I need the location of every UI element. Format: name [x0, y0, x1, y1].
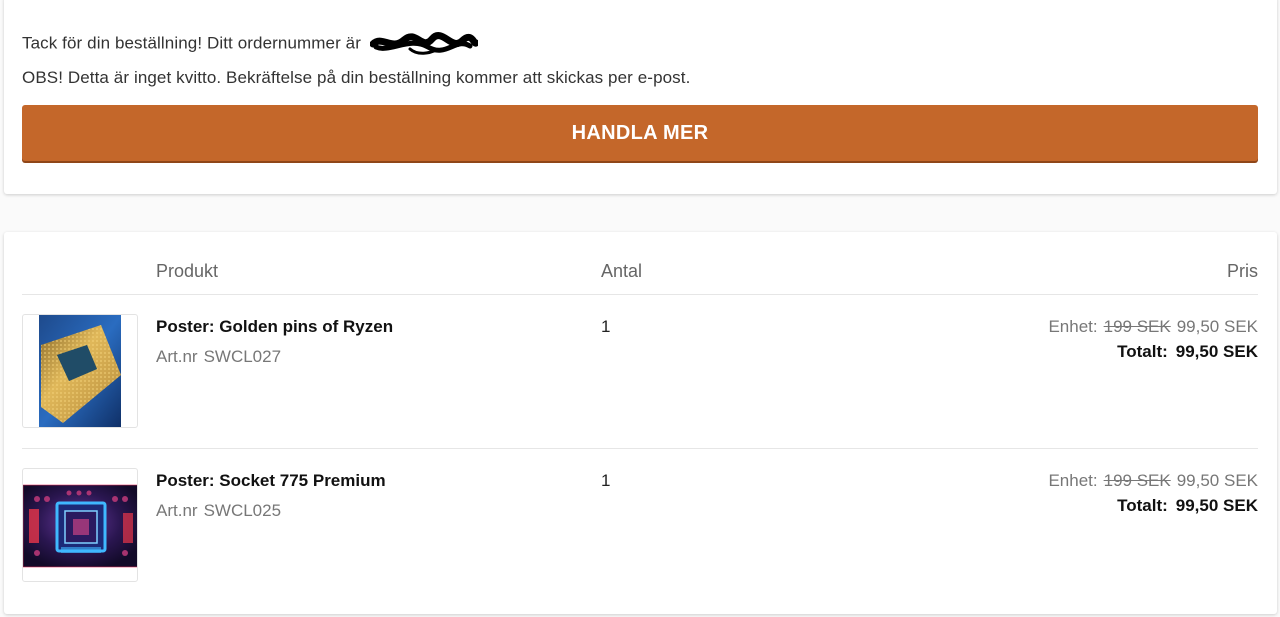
- unit-price-line: Enhet: 199 SEK 99,50 SEK: [1048, 317, 1258, 337]
- unit-price: 99,50 SEK: [1176, 471, 1258, 490]
- total-label: Totalt:: [1117, 342, 1168, 361]
- unit-price-line: Enhet: 199 SEK 99,50 SEK: [1048, 471, 1258, 491]
- unit-label: Enhet:: [1048, 471, 1098, 490]
- thanks-message: Tack för din beställning! Ditt ordernumm…: [22, 31, 478, 57]
- order-item-row: Poster: Golden pins of Ryzen Art.nr SWCL0…: [4, 294, 1277, 448]
- article-number-value: SWCL027: [203, 347, 282, 366]
- article-number-value: SWCL025: [203, 501, 282, 520]
- notice-message: OBS! Detta är inget kvitto. Bekräftelse …: [22, 68, 691, 87]
- old-price: 199 SEK: [1103, 317, 1171, 336]
- product-thumbnail[interactable]: [22, 314, 138, 428]
- article-number: Art.nr SWCL025: [156, 501, 281, 521]
- header-quantity: Antal: [601, 261, 643, 281]
- cpu-golden-pins-image: [39, 315, 121, 427]
- product-name[interactable]: Poster: Golden pins of Ryzen: [156, 317, 393, 337]
- total-label: Totalt:: [1117, 496, 1168, 515]
- old-price: 199 SEK: [1103, 471, 1171, 490]
- unit-label: Enhet:: [1048, 317, 1098, 336]
- total-price-line: Totalt: 99,50 SEK: [1117, 342, 1258, 362]
- product-thumbnail[interactable]: [22, 468, 138, 582]
- article-number: Art.nr SWCL027: [156, 347, 281, 367]
- unit-price: 99,50 SEK: [1176, 317, 1258, 336]
- cpu-socket-image: [23, 484, 137, 568]
- product-name[interactable]: Poster: Socket 775 Premium: [156, 471, 386, 491]
- redacted-order-number: [369, 32, 478, 55]
- total-price: 99,50 SEK: [1175, 496, 1258, 515]
- quantity-value: 1: [601, 317, 611, 336]
- header-product: Produkt: [156, 261, 219, 281]
- article-number-label: Art.nr: [156, 347, 198, 366]
- total-price-line: Totalt: 99,50 SEK: [1117, 496, 1258, 516]
- thanks-text: Tack för din beställning! Ditt ordernumm…: [22, 33, 361, 53]
- header-price: Pris: [1227, 261, 1258, 281]
- article-number-label: Art.nr: [156, 501, 198, 520]
- total-price: 99,50 SEK: [1175, 342, 1258, 361]
- order-items-card: Produkt Antal Pris Poster: Golden pins o…: [4, 232, 1277, 614]
- quantity-value: 1: [601, 471, 611, 490]
- shop-more-button[interactable]: HANDLA MER: [22, 105, 1258, 161]
- order-item-row: Poster: Socket 775 Premium Art.nr SWCL025…: [4, 448, 1277, 602]
- order-confirmation-card: Tack för din beställning! Ditt ordernumm…: [4, 0, 1277, 194]
